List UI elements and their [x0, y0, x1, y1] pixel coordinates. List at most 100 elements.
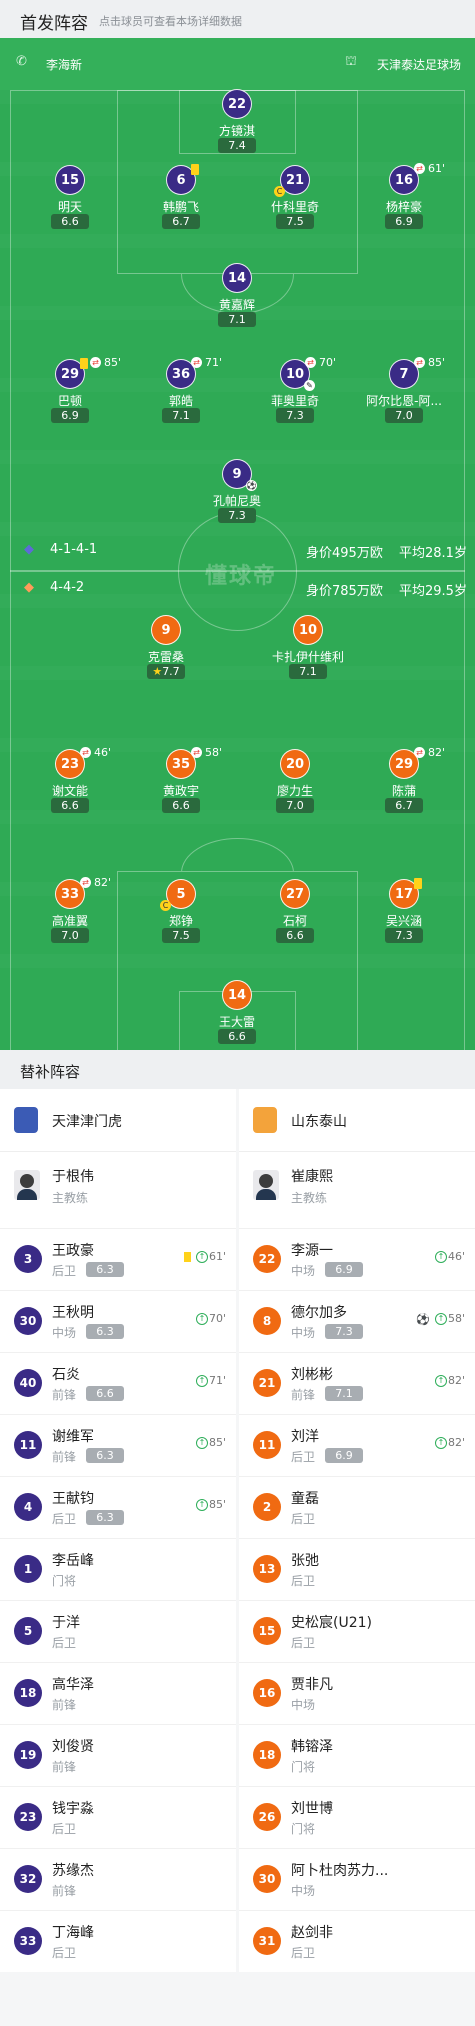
- bench-player-row[interactable]: 18 韩镕泽 门将: [239, 1724, 475, 1787]
- sub-event: ↑ 61': [183, 1250, 226, 1263]
- bench-player-row[interactable]: 3 王政豪 后卫 6.3 ↑ 61': [0, 1228, 236, 1291]
- away-player[interactable]: 35 黄政宇 6.6 ⇄ 58': [121, 746, 241, 813]
- home-player[interactable]: 9 孔帕尼奥 7.3 ⚽: [177, 459, 297, 523]
- bench-player-row[interactable]: 40 石炎 前锋 6.6 ↑ 71': [0, 1352, 236, 1415]
- bench-player-row[interactable]: 16 贾非凡 中场: [239, 1662, 475, 1725]
- player-rating: 7.0: [385, 408, 423, 423]
- away-player[interactable]: 14 王大雷 6.6: [177, 980, 297, 1044]
- away-player[interactable]: 5 郑铮 7.5 C: [121, 879, 241, 943]
- bench-player-row[interactable]: 21 刘彬彬 前锋 7.1 ↑ 82': [239, 1352, 475, 1415]
- away-player[interactable]: 20 廖力生 7.0: [235, 749, 355, 813]
- player-position: 后卫: [291, 1636, 316, 1650]
- away-player[interactable]: 29 陈蒲 6.7 ⇄ 82': [344, 746, 464, 813]
- shirt-number: 3: [14, 1245, 42, 1273]
- home-team-row[interactable]: 天津津门虎: [0, 1089, 236, 1152]
- player-position: 后卫: [52, 1264, 77, 1278]
- bench-player-row[interactable]: 23 钱宇淼 后卫: [0, 1786, 236, 1849]
- player-name: 赵剑非: [291, 1925, 333, 1941]
- away-player[interactable]: 10 卡扎伊什维利 7.1: [248, 615, 368, 679]
- coach-role: 主教练: [52, 1191, 89, 1205]
- sub-event: ⚽ ↑ 58': [416, 1312, 465, 1326]
- player-name: 史松宸(U21): [291, 1615, 372, 1631]
- home-player[interactable]: 21 什科里奇 7.5 C: [235, 165, 355, 229]
- shirt-number: 23: [14, 1803, 42, 1831]
- player-rating: 6.9: [51, 408, 89, 423]
- bench-player-row[interactable]: 18 高华泽 前锋: [0, 1662, 236, 1725]
- away-player[interactable]: 23 谢文能 6.6 ⇄ 46': [10, 746, 130, 813]
- assist-icon: ✎: [304, 380, 315, 391]
- bench-player-row[interactable]: 19 刘俊贤 前锋: [0, 1724, 236, 1787]
- home-player[interactable]: 22 方镜淇 7.4: [177, 89, 297, 153]
- player-rating: 6.3: [86, 1324, 124, 1339]
- bench-player-row[interactable]: 30 阿卜杜肉苏力... 中场: [239, 1848, 475, 1911]
- bench-player-row[interactable]: 22 李源一 中场 6.9 ↑ 46': [239, 1228, 475, 1291]
- home-coach[interactable]: 于根伟 主教练: [0, 1152, 236, 1228]
- shirt-number: 18: [14, 1679, 42, 1707]
- home-player[interactable]: 16 杨梓豪 6.9 ⇄ 61': [344, 162, 464, 229]
- shirt-number: 40: [14, 1369, 42, 1397]
- player-name: 王大雷: [218, 1015, 255, 1029]
- player-position: 门将: [291, 1760, 316, 1774]
- sub-minute: 82': [94, 876, 112, 889]
- player-position: 前锋: [52, 1698, 77, 1712]
- player-position: 后卫: [291, 1512, 316, 1526]
- bench-player-row[interactable]: 5 于洋 后卫: [0, 1600, 236, 1663]
- home-player[interactable]: 29 巴顿 6.9 ⇄ 85': [10, 356, 130, 423]
- player-position: 后卫: [52, 1512, 77, 1526]
- bench-player-row[interactable]: 31 赵剑非 后卫: [239, 1910, 475, 1973]
- bench-player-row[interactable]: 26 刘世博 门将: [239, 1786, 475, 1849]
- player-name: 阿尔比恩-阿...: [366, 394, 442, 408]
- home-bench: 天津津门虎 于根伟 主教练 3 王政豪 后卫 6.3 ↑ 61' 30 王秋明 中场 6.3 ↑ 70…: [0, 1089, 236, 1972]
- stadium-name: 天津泰达足球场: [376, 58, 461, 72]
- away-player[interactable]: 27 石柯 6.6: [235, 879, 355, 943]
- bench-player-row[interactable]: 30 王秋明 中场 6.3 ↑ 70': [0, 1290, 236, 1353]
- sub-event: ↑ 70': [195, 1312, 226, 1325]
- player-rating: 6.9: [325, 1448, 363, 1463]
- bench-player-row[interactable]: 8 德尔加多 中场 7.3 ⚽ ↑ 58': [239, 1290, 475, 1353]
- section-subtitle: 点击球员可查看本场详细数据: [99, 15, 242, 28]
- player-name: 刘俊贤: [52, 1739, 94, 1755]
- shirt-number: 11: [253, 1431, 281, 1459]
- bench-player-row[interactable]: 1 李岳峰 门将: [0, 1538, 236, 1601]
- home-player[interactable]: 36 郭皓 7.1 ⇄ 71': [121, 356, 241, 423]
- shirt-number: 15: [55, 165, 85, 195]
- player-position: 前锋: [52, 1388, 77, 1402]
- bench-player-row[interactable]: 11 刘洋 后卫 6.9 ↑ 82': [239, 1414, 475, 1477]
- bench-player-row[interactable]: 2 童磊 后卫: [239, 1476, 475, 1539]
- goal-ball-icon: ⚽: [246, 480, 257, 491]
- away-player[interactable]: 17 吴兴涵 7.3: [344, 878, 464, 943]
- coach-role: 主教练: [291, 1191, 328, 1205]
- shirt-number: 27: [280, 879, 310, 909]
- sub-in-icon: ↑: [434, 1375, 447, 1387]
- bench-player-row[interactable]: 13 张弛 后卫: [239, 1538, 475, 1601]
- home-player[interactable]: 15 明天 6.6: [10, 165, 130, 229]
- bench-player-row[interactable]: 11 谢维军 前锋 6.3 ↑ 85': [0, 1414, 236, 1477]
- away-player[interactable]: 33 高准翼 7.0 ⇄ 82': [10, 876, 130, 943]
- shirt-number: 9: [151, 615, 181, 645]
- away-team-row[interactable]: 山东泰山: [239, 1089, 475, 1152]
- away-player[interactable]: 9 克雷桑 ★7.7: [106, 615, 226, 679]
- player-rating: 7.3: [218, 508, 256, 523]
- home-player[interactable]: 7 阿尔比恩-阿... 7.0 ⇄ 85': [344, 356, 464, 423]
- player-position: 前锋: [52, 1760, 77, 1774]
- sub-out-icon: ⇄: [80, 877, 91, 888]
- bench-player-row[interactable]: 15 史松宸(U21) 后卫: [239, 1600, 475, 1663]
- away-team-name: 山东泰山: [291, 1114, 347, 1130]
- home-player[interactable]: 14 黄嘉辉 7.1: [177, 263, 297, 327]
- bench-player-row[interactable]: 32 苏缘杰 前锋: [0, 1848, 236, 1911]
- bench-player-row[interactable]: 33 丁海峰 后卫: [0, 1910, 236, 1973]
- away-coach[interactable]: 崔康熙 主教练: [239, 1152, 475, 1228]
- home-player[interactable]: 6 韩鹏飞 6.7: [121, 164, 241, 229]
- sub-out-icon: ⇄: [80, 747, 91, 758]
- sub-in-icon: ↑: [434, 1437, 447, 1449]
- home-team-name: 天津津门虎: [52, 1114, 122, 1130]
- sub-minute: 58': [205, 746, 223, 759]
- player-name: 克雷桑: [147, 650, 184, 664]
- sub-event: ↑ 85': [195, 1436, 226, 1449]
- home-player[interactable]: 10 菲奥里奇 7.3 ⇄ 70' ✎: [235, 356, 355, 423]
- player-name: 吴兴涵: [385, 914, 422, 928]
- away-avg-age: 平均29.5岁: [399, 584, 467, 599]
- shirt-number: 30: [253, 1865, 281, 1893]
- bench-player-row[interactable]: 4 王献钧 后卫 6.3 ↑ 85': [0, 1476, 236, 1539]
- player-rating: ★7.7: [147, 664, 185, 679]
